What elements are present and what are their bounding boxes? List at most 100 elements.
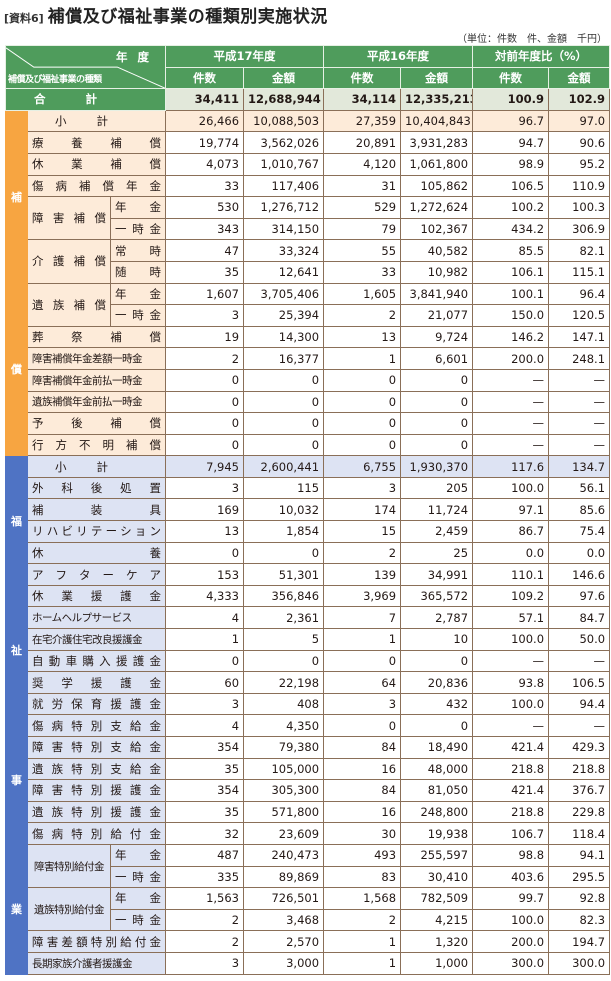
row-label: ホームヘルプサービス	[26, 606, 167, 630]
row-label: 休業援護金	[26, 584, 167, 608]
row-label: 遺族特別支給金	[26, 757, 167, 781]
row-label: 長期家族介護者援護金	[26, 951, 167, 975]
cell-value: 0	[400, 649, 474, 673]
cell-value: 314,150	[243, 217, 325, 241]
cell-value: 146.2	[472, 325, 550, 349]
row-label: 傷病特別支給金	[26, 714, 167, 737]
subcol-count-h17: 件数	[165, 66, 245, 90]
cell-value: 2	[323, 541, 402, 565]
table-row: 休養 0 0 2 25 0.0 0.0	[6, 541, 611, 565]
row-label: 在宅介護住宅改良援護金	[26, 628, 167, 651]
cell-value: 100.0	[472, 908, 550, 932]
cell-value: 100.0	[472, 476, 550, 500]
cell-value: 84.7	[548, 606, 611, 630]
side-label-char: 福	[11, 514, 22, 528]
cell-value: 1,563	[165, 887, 245, 910]
row-sublabel: 一時金	[109, 908, 167, 932]
cell-value: 376.7	[548, 779, 611, 802]
table-row: 療養補償 19,774 3,562,026 20,891 3,931,283 94.7 90…	[6, 131, 611, 154]
cell-value: 0	[400, 368, 474, 392]
row-label: 就労保育援護金	[26, 692, 167, 716]
cell-value: —	[472, 714, 550, 737]
cell-value: 153	[165, 563, 245, 586]
cell-value: 10	[400, 628, 474, 651]
cell-value: 40,582	[400, 239, 474, 262]
cell-value: 429.3	[548, 736, 611, 759]
row-label: 補装具	[26, 498, 167, 522]
cell-value: 248,800	[400, 800, 474, 824]
cell-value: 0	[243, 368, 325, 392]
cell-value: 106.5	[472, 174, 550, 198]
table-row: 外科後処置 3 115 3 205 100.0 56.1	[6, 476, 611, 500]
cell-value: 3	[165, 304, 245, 327]
cell-value: 174	[323, 498, 402, 522]
row-sublabel: 一時金	[109, 865, 167, 889]
cell-value: 98.9	[472, 152, 550, 176]
cell-value: 9,724	[400, 325, 474, 349]
table-row: 介護補償 常時 47 33,324 55 40,582 85.5 82.1	[6, 239, 611, 284]
cell-value: 0.0	[548, 541, 611, 565]
row-label: 障害補償年金前払一時金	[26, 368, 167, 392]
cell-value: 16,377	[243, 347, 325, 370]
cell-value: 93.8	[472, 671, 550, 694]
subtotal-value: 26,466	[165, 109, 245, 133]
cell-value: 0	[243, 649, 325, 673]
cell-value: 1,320	[400, 930, 474, 953]
subcol-amount-ratio: 金額	[548, 66, 611, 90]
cell-value: 84	[323, 736, 402, 759]
cell-value: 3,000	[243, 951, 325, 975]
cell-value: 5	[243, 628, 325, 651]
cell-value: 2	[165, 908, 245, 932]
cell-value: 85.5	[472, 239, 550, 262]
cell-value: 4,350	[243, 714, 325, 737]
title-row: [資料6] 補償及び福祉事業の種類別実施状況	[4, 2, 328, 27]
cell-value: 95.2	[548, 152, 611, 176]
cell-value: 0	[400, 714, 474, 737]
subtotal-value: 10,088,503	[243, 109, 325, 133]
cell-value: 306.9	[548, 217, 611, 241]
row-sublabel: 一時金	[109, 304, 167, 327]
cell-value: 81,050	[400, 779, 474, 802]
cell-value: 3,562,026	[243, 131, 325, 154]
table-row: 障害特別援護金 354 305,300 84 81,050 421.4 376.7	[6, 779, 611, 802]
row-sublabel: 年金	[109, 196, 167, 219]
table-row: 遺族特別援護金 35 571,800 16 248,800 218.8 229.8	[6, 800, 611, 824]
cell-value: 10,982	[400, 260, 474, 284]
corner-type-label: 補償及び福祉事業の種類	[8, 75, 102, 86]
cell-value: 0	[243, 433, 325, 457]
cell-value: 19,938	[400, 822, 474, 845]
table-row: 傷病特別支給金 4 4,350 0 0— —	[6, 714, 611, 737]
cell-value: 200.0	[472, 347, 550, 370]
cell-value: 0	[165, 649, 245, 673]
cell-value: 84	[323, 779, 402, 802]
cell-value: 300.0	[472, 951, 550, 975]
cell-value: 57.1	[472, 606, 550, 630]
table-row: 長期家族介護者援護金 3 3,000 1 1,000 300.0 300.0	[6, 951, 611, 975]
table-row: 遺族補償 年金 1,607 3,705,406 1,605 3,841,940 100.1 9…	[6, 282, 611, 327]
subtotal-value: 117.6	[472, 455, 550, 478]
cell-value: 105,000	[243, 757, 325, 781]
cell-value: 0	[400, 412, 474, 435]
cell-value: 19,774	[165, 131, 245, 154]
cell-value: 35	[165, 260, 245, 284]
cell-value: 90.6	[548, 131, 611, 154]
cell-value: 35	[165, 757, 245, 781]
corner-year-label: 年度	[116, 50, 160, 64]
subtotal-value: 6,755	[323, 455, 402, 478]
table-row: 葬祭補償 19 14,300 13 9,724 146.2 147.1	[6, 325, 611, 349]
cell-value: 14,300	[243, 325, 325, 349]
cell-value: 86.7	[472, 520, 550, 543]
cell-value: 2	[323, 908, 402, 932]
row-sublabel: 常時	[109, 239, 167, 262]
cell-value: 15	[323, 520, 402, 543]
cell-value: 82.3	[548, 908, 611, 932]
total-value: 12,335,213	[400, 88, 474, 111]
cell-value: 117,406	[243, 174, 325, 198]
cell-value: —	[548, 649, 611, 673]
row-label: 休業補償	[26, 152, 167, 176]
cell-value: 150.0	[472, 304, 550, 327]
table-row: 遺族特別支給金 35 105,000 16 48,000 218.8 218.8	[6, 757, 611, 781]
cell-value: 1,272,624	[400, 196, 474, 219]
cell-value: 83	[323, 865, 402, 889]
cell-value: 106.5	[548, 671, 611, 694]
